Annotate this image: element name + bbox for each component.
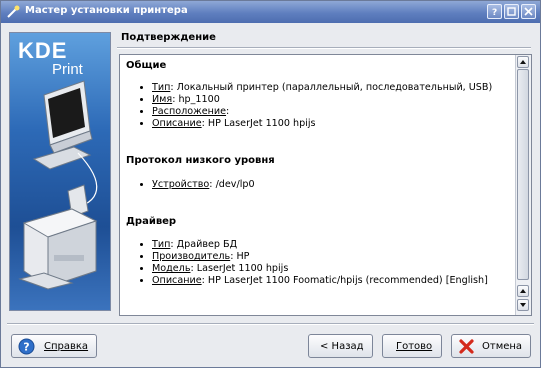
list-item: Расположение:: [152, 106, 492, 118]
list-item: Модель: LaserJet 1100 hpijs: [152, 263, 488, 275]
group-heading-backend: Протокол низкого уровня: [126, 155, 275, 166]
property-value: : Локальный принтер (параллельный, после…: [170, 82, 493, 93]
property-label: Расположение: [152, 106, 227, 117]
property-label: Тип: [152, 82, 171, 93]
property-label: Устройство: [152, 179, 210, 190]
summary-view[interactable]: Общие Тип: Локальный принтер (параллельн…: [119, 54, 532, 316]
list-item: Описание: HP LaserJet 1100 Foomatic/hpij…: [152, 275, 488, 287]
svg-text:?: ?: [492, 8, 497, 17]
list-item: Тип: Локальный принтер (параллельный, по…: [152, 82, 492, 94]
wizard-wand-icon[interactable]: [5, 4, 21, 20]
scroll-down-button[interactable]: [517, 299, 529, 311]
group-heading-general: Общие: [126, 60, 167, 71]
help-button-label: Справка: [44, 341, 89, 352]
wizard-window: Мастер установки принтера ? KDE Print По…: [0, 0, 541, 368]
arrow-up-icon: [520, 60, 526, 64]
property-value: : HP: [230, 251, 250, 262]
list-item: Устройство: /dev/lp0: [152, 179, 255, 191]
title-bar[interactable]: Мастер установки принтера ?: [1, 1, 540, 23]
back-button[interactable]: < Назад: [308, 334, 373, 358]
finish-button-label: Готово: [396, 341, 433, 352]
svg-text:?: ?: [23, 341, 29, 354]
property-value: : HP LaserJet 1100 hpijs: [201, 118, 316, 129]
scroll-up-button[interactable]: [517, 56, 529, 68]
minimize-button[interactable]: [504, 4, 519, 19]
property-value: : LaserJet 1100 hpijs: [190, 263, 289, 274]
arrow-down-icon: [520, 303, 526, 307]
list-item: Тип: Драйвер БД: [152, 239, 488, 251]
close-icon: [524, 7, 533, 16]
minimize-icon: [507, 7, 516, 16]
driver-properties-list: Тип: Драйвер БД Производитель: HP Модель…: [140, 239, 488, 287]
header-divider: [117, 47, 531, 49]
property-label: Производитель: [152, 251, 231, 262]
cancel-x-icon: [459, 339, 474, 354]
close-button[interactable]: [521, 4, 536, 19]
scroll-up-button-bottom[interactable]: [517, 285, 529, 297]
property-value: : HP LaserJet 1100 Foomatic/hpijs (recom…: [201, 275, 488, 286]
property-label: Описание: [152, 118, 202, 129]
backend-properties-list: Устройство: /dev/lp0: [140, 179, 255, 191]
page-title: Подтверждение: [121, 32, 216, 43]
property-value: : hp_1100: [172, 94, 220, 105]
property-value: :: [226, 106, 230, 117]
kdeprint-banner: KDE Print: [9, 32, 111, 311]
arrow-up-icon: [520, 289, 526, 293]
list-item: Имя: hp_1100: [152, 94, 492, 106]
back-button-label: < Назад: [320, 341, 364, 352]
list-item: Производитель: HP: [152, 251, 488, 263]
general-properties-list: Тип: Локальный принтер (параллельный, по…: [140, 82, 492, 130]
scroll-thumb[interactable]: [517, 69, 529, 280]
property-value: : /dev/lp0: [209, 179, 255, 190]
cancel-button-label: Отмена: [482, 341, 523, 352]
help-title-button[interactable]: ?: [487, 4, 502, 19]
list-item: Описание: HP LaserJet 1100 hpijs: [152, 118, 492, 130]
computer-printer-illustration: [18, 80, 98, 290]
window-title: Мастер установки принтера: [25, 5, 188, 16]
group-heading-driver: Драйвер: [126, 216, 177, 227]
property-label: Модель: [152, 263, 191, 274]
help-button[interactable]: ? Справка: [11, 334, 97, 358]
summary-content: Общие Тип: Локальный принтер (параллельн…: [120, 55, 514, 315]
cancel-button[interactable]: Отмена: [451, 334, 531, 358]
help-icon: ?: [18, 338, 35, 355]
footer-divider: [7, 323, 534, 325]
property-value: : Драйвер БД: [170, 239, 238, 250]
property-label: Описание: [152, 275, 202, 286]
finish-button[interactable]: Готово: [382, 334, 442, 358]
help-icon: ?: [492, 8, 497, 17]
vertical-scrollbar[interactable]: [515, 55, 531, 315]
property-label: Имя: [152, 94, 173, 105]
property-label: Тип: [152, 239, 171, 250]
